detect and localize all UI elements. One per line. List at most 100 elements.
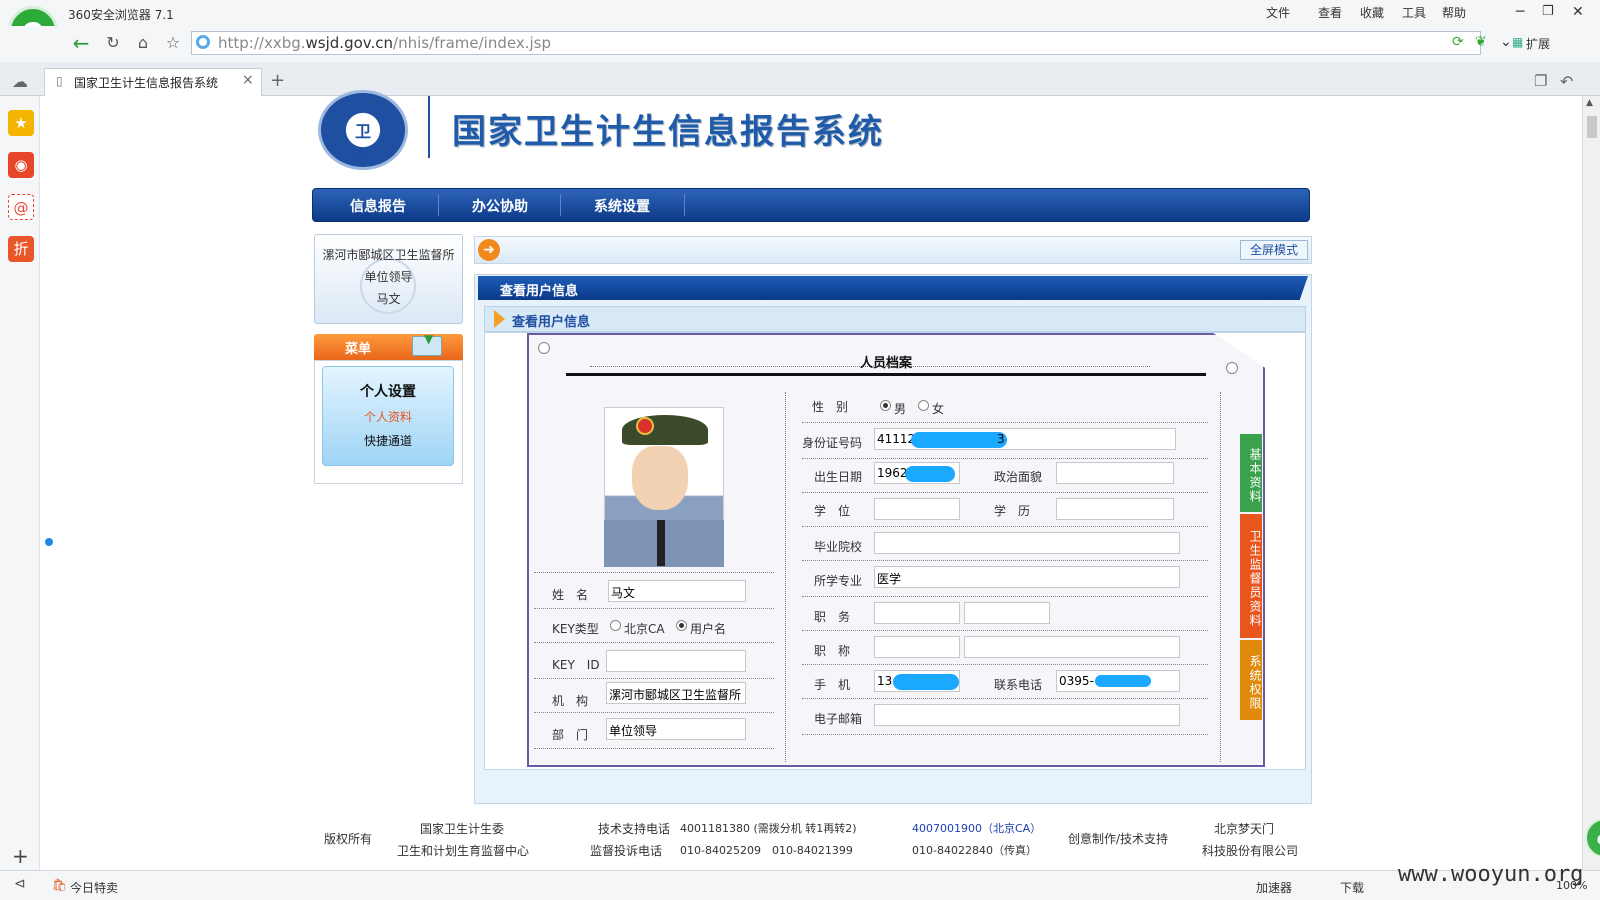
title-field[interactable]: [874, 636, 960, 658]
menu-file[interactable]: 文件: [1266, 4, 1290, 21]
footer-tech-value: 4001181380 (需拨分机 转1再转2): [680, 822, 857, 835]
keytype-radio-username[interactable]: [676, 620, 687, 631]
cloud-icon[interactable]: ☁: [12, 72, 28, 91]
forward-arrow-icon[interactable]: ➜: [478, 239, 500, 261]
collapse-sidebar-icon[interactable]: ⊲: [14, 876, 26, 892]
dot-indicator: [45, 538, 53, 546]
birthdate-label: 出生日期: [814, 470, 863, 484]
title-field-2[interactable]: [964, 636, 1180, 658]
row-line: [534, 678, 774, 679]
birthdate-field[interactable]: 1962: [874, 462, 960, 484]
menu-item-profile[interactable]: 个人资料: [322, 408, 454, 425]
footer-company1: 北京梦天门: [1214, 822, 1275, 836]
email-field[interactable]: [874, 704, 1180, 726]
dept-field[interactable]: 单位领导: [606, 718, 746, 740]
gender-radio-female[interactable]: [918, 400, 929, 411]
leaf-icon[interactable]: ❦: [1475, 34, 1487, 50]
footer-ca-phone: 4007001900（北京CA）: [912, 822, 1042, 835]
reload-icon[interactable]: ↻: [102, 32, 124, 54]
discount-icon[interactable]: 折: [8, 236, 34, 262]
keytype-option-username[interactable]: 用户名: [690, 620, 726, 637]
politic-field[interactable]: [1056, 462, 1174, 484]
menu-view[interactable]: 查看: [1318, 4, 1342, 21]
menu-section-personal[interactable]: 个人设置: [322, 381, 454, 401]
row-line: [802, 422, 1208, 423]
minimize-icon[interactable]: ─: [1516, 4, 1524, 20]
status-accelerator[interactable]: 加速器: [1256, 879, 1292, 896]
gender-option-male[interactable]: 男: [894, 400, 906, 417]
keyid-field[interactable]: [606, 650, 746, 672]
tab-permissions[interactable]: 系统权限: [1240, 640, 1262, 720]
major-field[interactable]: 医学: [874, 566, 1180, 588]
content-toolbar: [474, 236, 1312, 264]
row-line: [802, 630, 1208, 631]
maximize-icon[interactable]: ❐: [1542, 4, 1554, 19]
scroll-up-icon[interactable]: ▲: [1586, 98, 1593, 108]
dept-label: 部 门: [552, 728, 589, 742]
nav-info-report[interactable]: 信息报告: [350, 196, 406, 216]
school-field[interactable]: [874, 532, 1180, 554]
mail-at-icon[interactable]: @: [8, 194, 34, 220]
menu-tools[interactable]: 工具: [1402, 4, 1426, 21]
politic-label: 政治面貌: [994, 470, 1043, 484]
duty-field-2[interactable]: [964, 602, 1050, 624]
footer-complain-label: 监督投诉电话: [590, 844, 663, 858]
scrollbar[interactable]: [1582, 96, 1600, 870]
tab-basic-info[interactable]: 基本资料: [1240, 434, 1262, 512]
user-name: 马文: [376, 292, 401, 306]
status-deals[interactable]: 今日特卖: [70, 879, 118, 896]
menu-favorites[interactable]: 收藏: [1360, 4, 1384, 21]
back-icon[interactable]: ←: [70, 32, 92, 54]
tab-inspector-info[interactable]: 卫生监督员资料: [1240, 514, 1262, 638]
card-hole: [1226, 362, 1238, 374]
refresh-accel-icon[interactable]: ⟳: [1452, 34, 1464, 50]
panel-header: [478, 276, 1308, 300]
school-label: 毕业院校: [814, 540, 863, 554]
scroll-thumb[interactable]: [1587, 116, 1597, 138]
degree-field[interactable]: [874, 498, 960, 520]
phone-field[interactable]: 0395-: [1056, 670, 1180, 692]
duty-field[interactable]: [874, 602, 960, 624]
system-title: 国家卫生计生信息报告系统: [452, 112, 884, 152]
status-download[interactable]: 下载: [1340, 879, 1364, 896]
nav-office-assist[interactable]: 办公协助: [472, 196, 528, 216]
nav-system-settings[interactable]: 系统设置: [594, 196, 650, 216]
favorites-star-icon[interactable]: ★: [8, 110, 34, 136]
footer-company2: 科技股份有限公司: [1202, 844, 1299, 858]
major-label: 所学专业: [814, 574, 863, 588]
extensions-label[interactable]: 扩展: [1526, 35, 1550, 52]
org-field[interactable]: 漯河市郾城区卫生监督所: [606, 682, 746, 704]
dropdown-chevron-icon[interactable]: ⌄: [1500, 34, 1512, 50]
tab-title[interactable]: 国家卫生计生信息报告系统: [74, 74, 218, 91]
education-field[interactable]: [1056, 498, 1174, 520]
url-text[interactable]: http://xxbg.wsjd.gov.cn/nhis/frame/index…: [218, 34, 551, 52]
home-icon[interactable]: ⌂: [132, 32, 154, 54]
menu-help[interactable]: 帮助: [1442, 4, 1466, 21]
fullscreen-button[interactable]: 全屏模式: [1240, 240, 1308, 260]
weibo-icon[interactable]: ◉: [8, 152, 34, 178]
undo-close-icon[interactable]: ↶: [1560, 72, 1573, 91]
phone-label: 联系电话: [994, 678, 1043, 692]
photo-cap: [622, 415, 708, 445]
close-window-icon[interactable]: ✕: [1572, 4, 1584, 20]
favorite-star-icon[interactable]: ☆: [162, 32, 184, 54]
photo-face: [632, 446, 688, 510]
panel-title: 查看用户信息: [500, 284, 579, 299]
extensions-icon[interactable]: ▦: [1512, 35, 1523, 49]
idcard-field[interactable]: 41112 3: [874, 428, 1176, 450]
column-divider: [1220, 392, 1221, 762]
sidebar-add-icon[interactable]: +: [12, 844, 29, 868]
tab-close-icon[interactable]: ×: [242, 72, 254, 88]
mobile-field[interactable]: 13: [874, 670, 960, 692]
keytype-option-ca[interactable]: 北京CA: [624, 620, 665, 637]
gender-option-female[interactable]: 女: [932, 400, 944, 417]
gender-radio-male[interactable]: [880, 400, 891, 411]
menu-item-shortcut[interactable]: 快捷通道: [322, 432, 454, 449]
new-tab-icon[interactable]: +: [270, 70, 285, 91]
name-field[interactable]: 马文: [608, 580, 746, 602]
keytype-radio-ca[interactable]: [610, 620, 621, 631]
redaction-mark: [911, 432, 1007, 448]
app-title: 360安全浏览器 7.1: [68, 8, 174, 22]
footer-owner1: 国家卫生计生委: [420, 822, 505, 836]
restore-tabs-icon[interactable]: ❐: [1534, 72, 1547, 90]
